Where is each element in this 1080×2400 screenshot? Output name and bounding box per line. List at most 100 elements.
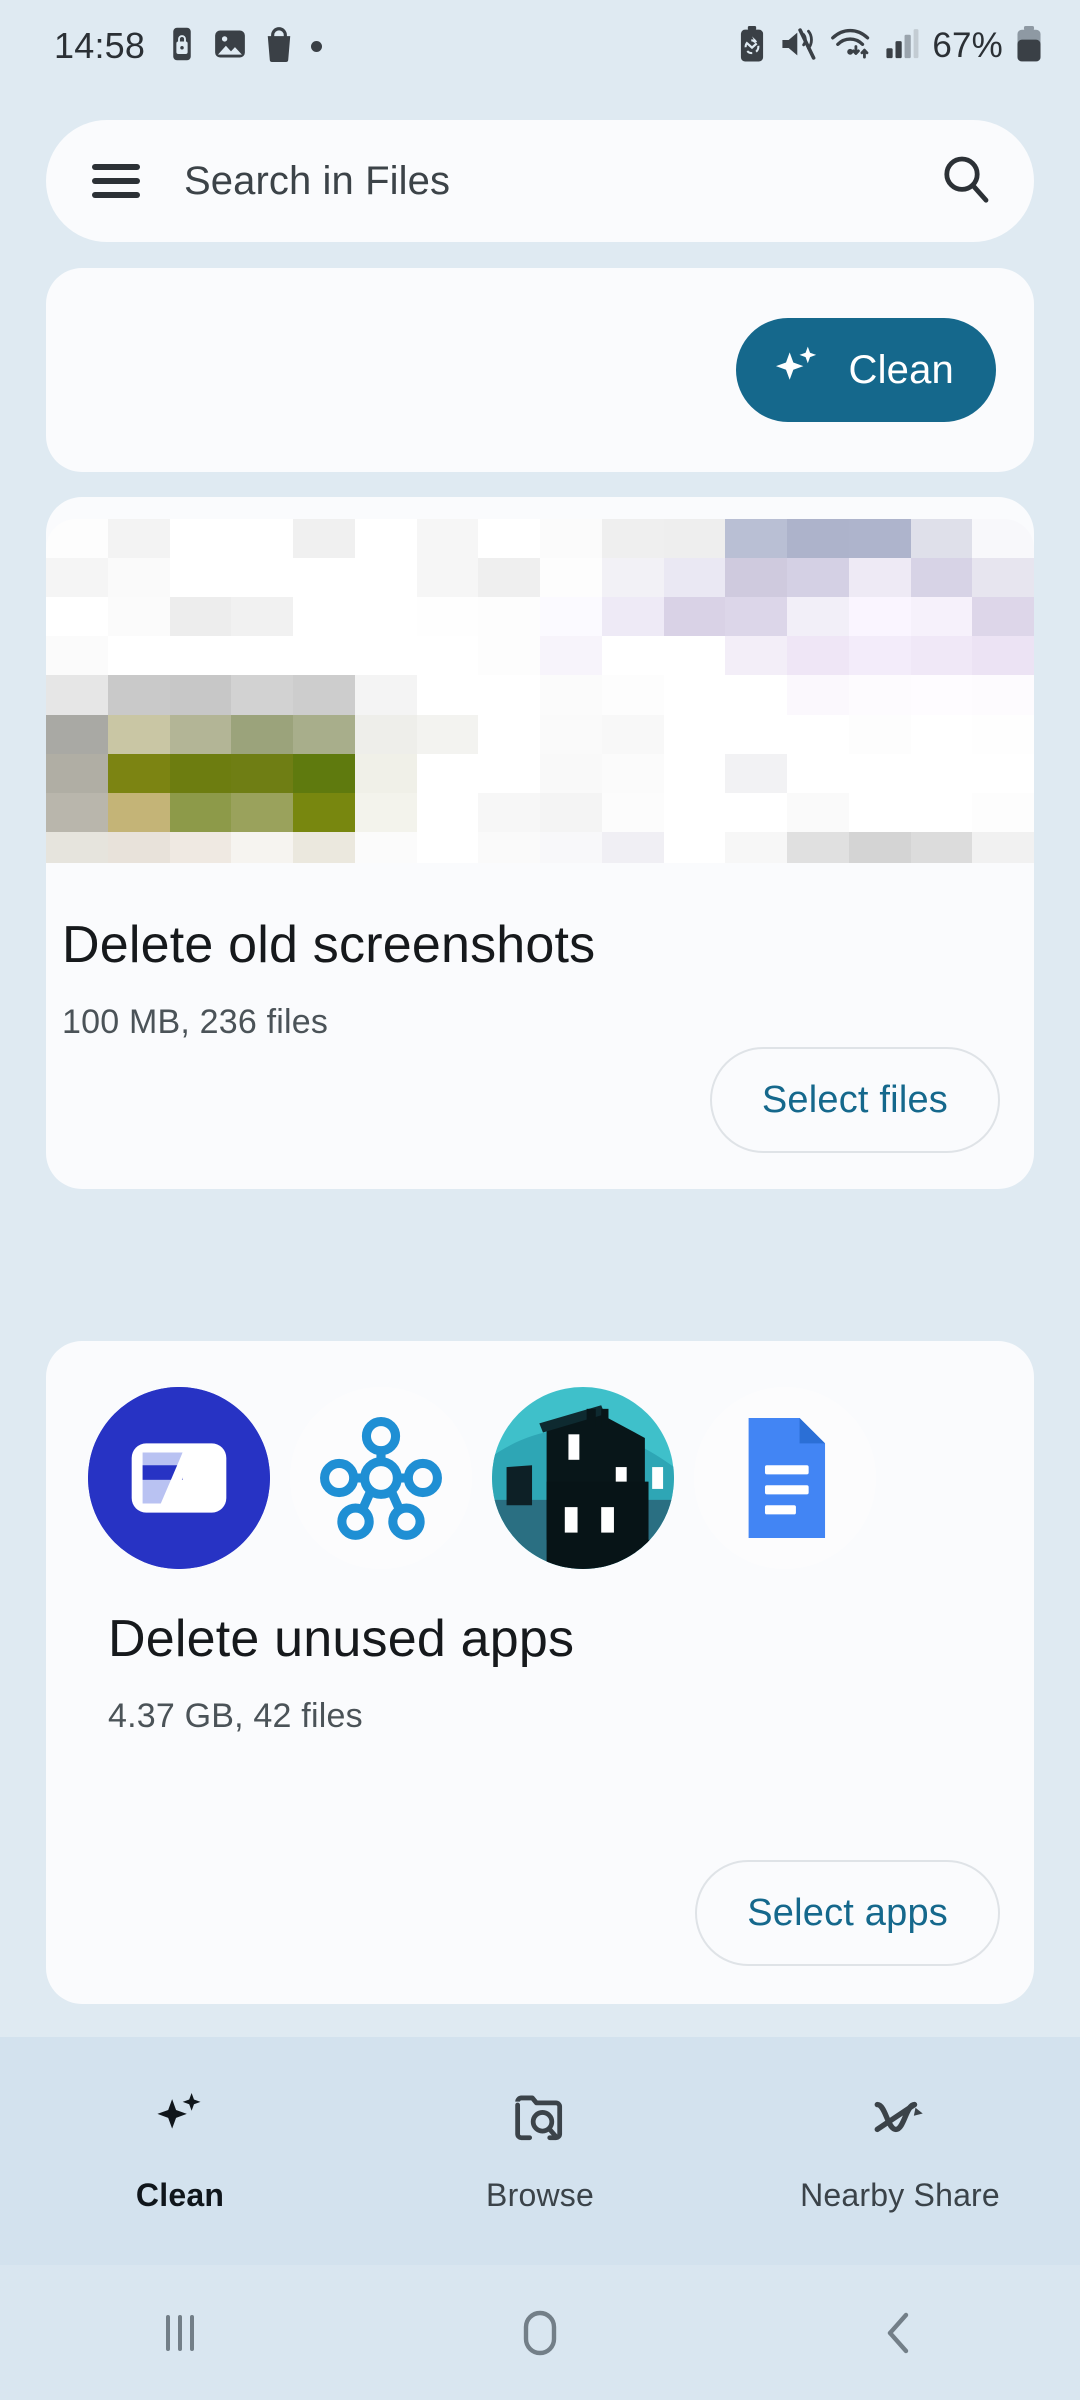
mosaic-tile [663,792,726,832]
mosaic-tile [910,792,973,832]
mosaic-tile [540,792,602,832]
mosaic-tile [293,597,355,637]
phone-lock-icon [167,26,197,67]
mosaic-tile [354,636,417,676]
blurred-screenshot-mosaic [46,519,1034,871]
battery-saver-icon [738,25,766,67]
mosaic-tile [46,558,108,598]
apps-card: Delete unused apps 4.37 GB, 42 files Sel… [46,1341,1034,2004]
mosaic-tile [972,753,1034,793]
select-files-button[interactable]: Select files [709,1047,1000,1153]
mosaic-tile [787,597,849,637]
mosaic-tile [601,753,664,793]
mosaic-tile [293,519,355,559]
mosaic-tile [910,558,973,598]
mosaic-tile [293,753,355,793]
select-apps-button[interactable]: Select apps [695,1860,1000,1966]
search-icon[interactable] [940,153,992,210]
battery-percent: 67% [932,26,1003,65]
mosaic-tile [416,558,479,598]
sparkle-icon [770,342,824,399]
mosaic-tile [169,519,232,559]
mosaic-tile [169,597,232,637]
mosaic-tile [601,714,664,754]
home-icon[interactable] [360,2309,720,2357]
mosaic-tile [231,714,293,754]
battery-icon [1016,25,1042,67]
mosaic-tile [910,636,973,676]
signal-icon [885,28,919,65]
screenshots-card-title: Delete old screenshots [62,916,596,974]
mosaic-tile [46,792,108,832]
mosaic-tile [972,792,1034,832]
smartthings-icon[interactable] [290,1387,472,1569]
mosaic-tile [231,558,293,598]
nearby-share-icon [869,2088,931,2151]
mosaic-tile [169,675,232,715]
mosaic-tile [478,519,540,559]
mosaic-tile [972,675,1034,715]
bottom-navigation: Clean Browse Nearby Share [0,2037,1080,2265]
mosaic-tile [46,714,108,754]
mosaic-tile [107,519,170,559]
mosaic-tile [478,792,540,832]
mosaic-tile [663,597,726,637]
mosaic-tile [293,558,355,598]
mosaic-tile [169,753,232,793]
mosaic-tile [972,519,1034,559]
mosaic-tile [354,714,417,754]
nav-item-browse[interactable]: Browse [360,2037,720,2265]
mute-vibrate-icon [779,27,817,66]
screenshots-card-subtitle: 100 MB, 236 files [62,1003,329,1041]
mosaic-tile [663,675,726,715]
mosaic-tile [416,636,479,676]
hamburger-menu-icon[interactable] [92,164,140,198]
mosaic-tile [725,558,787,598]
shopping-bag-icon [263,26,295,67]
mosaic-tile [354,519,417,559]
mosaic-tile [910,597,973,637]
samsung-wallet-icon[interactable] [88,1387,270,1569]
mosaic-tile [787,792,849,832]
recents-icon[interactable] [0,2311,360,2355]
mosaic-tile [107,597,170,637]
screenshots-thumbnail-card [46,497,1034,871]
google-docs-icon[interactable] [694,1387,876,1569]
app-icons-row [88,1387,876,1569]
search-bar[interactable]: Search in Files [46,120,1034,242]
mosaic-tile [725,636,787,676]
mosaic-tile [787,558,849,598]
search-input[interactable]: Search in Files [184,159,450,204]
mosaic-tile [231,675,293,715]
mosaic-tile [972,714,1034,754]
mosaic-tile [354,792,417,832]
mosaic-tile [478,636,540,676]
mosaic-tile [354,558,417,598]
mosaic-tile [663,714,726,754]
back-icon[interactable] [720,2309,1080,2357]
mosaic-tile [910,519,973,559]
nav-item-clean[interactable]: Clean [0,2037,360,2265]
nav-item-nearby-share[interactable]: Nearby Share [720,2037,1080,2265]
mosaic-tile [540,675,602,715]
mosaic-tile [478,597,540,637]
clean-banner-card: Clean [46,268,1034,472]
mosaic-tile [540,558,602,598]
dot-indicator [311,40,323,52]
mosaic-tile [46,636,108,676]
mosaic-tile [601,558,664,598]
clean-button[interactable]: Clean [736,318,996,422]
select-files-label: Select files [761,1078,948,1121]
game-app-icon[interactable] [492,1387,674,1569]
select-apps-label: Select apps [747,1891,948,1934]
mosaic-tile [972,636,1034,676]
mosaic-tile [848,792,911,832]
mosaic-tile [293,675,355,715]
mosaic-tile [787,519,849,559]
mosaic-tile [478,675,540,715]
mosaic-tile [663,558,726,598]
mosaic-tile [107,753,170,793]
mosaic-tile [231,636,293,676]
mosaic-tile [972,558,1034,598]
mosaic-tile [848,675,911,715]
